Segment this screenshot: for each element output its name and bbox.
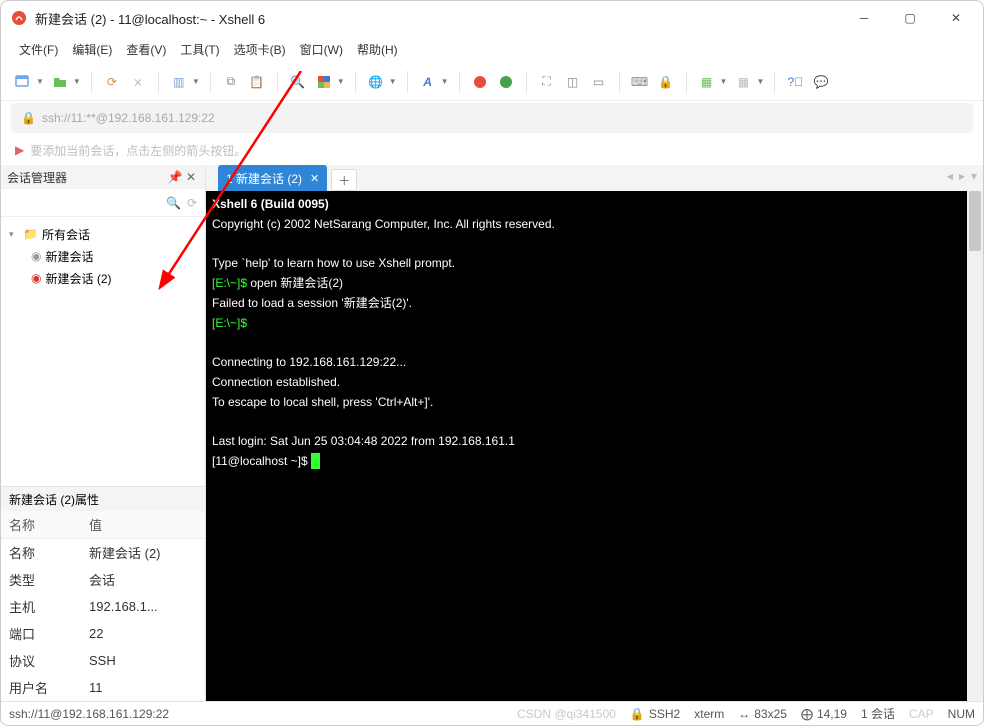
status-pos: 14,19	[817, 707, 847, 721]
tab-close-icon[interactable]: ✕	[310, 172, 319, 185]
tab-active[interactable]: 1 新建会话 (2) ✕	[218, 165, 327, 191]
address-bar[interactable]: 🔒 ssh://11:**@192.168.161.129:22	[11, 103, 973, 133]
ontop-icon[interactable]: ▭	[589, 72, 609, 92]
prop-row: 用户名11	[1, 674, 205, 701]
flag-icon: ▶	[15, 143, 24, 157]
close-button[interactable]: ✕	[933, 3, 979, 33]
xftp-icon[interactable]	[496, 72, 516, 92]
session-manager-title: 会话管理器	[7, 169, 67, 186]
tab-menu-icon[interactable]: ▾	[971, 169, 977, 183]
refresh-icon[interactable]: ⟳	[187, 196, 197, 210]
prop-row: 名称新建会话 (2)	[1, 539, 205, 567]
minimize-button[interactable]: ─	[841, 3, 887, 33]
status-num: NUM	[948, 707, 975, 721]
watermark: CSDN @qi341500	[517, 707, 616, 721]
prop-row: 端口22	[1, 620, 205, 647]
status-size-icon: ↔	[738, 707, 750, 721]
font-icon[interactable]: A	[418, 72, 438, 92]
properties-table: 名称值 名称新建会话 (2) 类型会话 主机192.168.1... 端口22 …	[1, 511, 205, 701]
status-lock-icon: 🔒	[630, 707, 645, 721]
collapse-icon[interactable]: ▾	[9, 229, 19, 240]
tab-bar: 1 新建会话 (2) ✕ ＋ ◂ ▸ ▾	[206, 165, 983, 191]
menu-tools[interactable]: 工具(T)	[180, 41, 219, 58]
properties-icon[interactable]: ▥	[169, 72, 189, 92]
status-sessions: 1 会话	[861, 705, 895, 722]
status-caps: CAP	[909, 707, 934, 721]
cursor	[311, 453, 320, 469]
sidebar: 会话管理器 📌 ✕ 🔍 ⟳ ▾ 📁 所有会话 ◉ 新建会话 ◉ 新建会话 (2)	[1, 165, 206, 701]
session-icon: ◉	[31, 271, 41, 285]
status-bar: ssh://11@192.168.161.129:22 CSDN @qi3415…	[1, 701, 983, 725]
status-size: 83x25	[754, 707, 787, 721]
add-app-icon[interactable]: ▦	[697, 72, 717, 92]
status-proto: SSH2	[649, 707, 680, 721]
status-connection: ssh://11@192.168.161.129:22	[9, 707, 169, 721]
tab-next-icon[interactable]: ▸	[959, 169, 965, 183]
status-term: xterm	[694, 707, 724, 721]
titlebar: 新建会话 (2) - 11@localhost:~ - Xshell 6 ─ ▢…	[1, 1, 983, 35]
chat-icon[interactable]: 💬	[811, 72, 831, 92]
terminal[interactable]: Xshell 6 (Build 0095) Copyright (c) 2002…	[206, 191, 983, 701]
col-name: 名称	[1, 511, 81, 539]
session-icon: ◉	[31, 249, 41, 263]
paste-icon[interactable]: 📋	[247, 72, 267, 92]
app-logo-icon	[11, 10, 27, 26]
tab-label: 1 新建会话 (2)	[226, 170, 302, 187]
session-tree: ▾ 📁 所有会话 ◉ 新建会话 ◉ 新建会话 (2)	[1, 217, 205, 486]
fullscreen-icon[interactable]: ⛶	[537, 72, 557, 92]
transparent-icon[interactable]: ◫	[563, 72, 583, 92]
lock-icon[interactable]: 🔒	[656, 72, 676, 92]
open-icon[interactable]	[50, 72, 70, 92]
panel-close-icon[interactable]: ✕	[183, 170, 199, 184]
address-text: ssh://11:**@192.168.161.129:22	[42, 111, 215, 125]
window-title: 新建会话 (2) - 11@localhost:~ - Xshell 6	[35, 9, 841, 28]
tile-icon[interactable]: ▦	[733, 72, 753, 92]
menu-window[interactable]: 窗口(W)	[300, 41, 343, 58]
copy-icon[interactable]: ⧉	[221, 72, 241, 92]
menu-edit[interactable]: 编辑(E)	[72, 41, 112, 58]
menu-file[interactable]: 文件(F)	[19, 41, 58, 58]
folder-icon: 📁	[23, 227, 38, 241]
toolbar: ▼ ▼ ⟳ ⨯ ▥▼ ⧉ 📋 🔍 ▼ 🌐▼ A▼ ⛶ ◫ ▭ ⌨ 🔒 ▦▼ ▦▼…	[1, 63, 983, 101]
pin-icon[interactable]: 📌	[167, 170, 183, 184]
tree-root-label: 所有会话	[42, 226, 90, 243]
session-search[interactable]: 🔍 ⟳	[1, 189, 205, 217]
disconnect-icon[interactable]: ⨯	[128, 72, 148, 92]
new-session-icon[interactable]	[13, 72, 33, 92]
new-tab-button[interactable]: ＋	[331, 169, 357, 191]
maximize-button[interactable]: ▢	[887, 3, 933, 33]
find-icon[interactable]: 🔍	[288, 72, 308, 92]
reconnect-icon[interactable]: ⟳	[102, 72, 122, 92]
help-icon[interactable]: ?⃝	[785, 72, 805, 92]
keymap-icon[interactable]: ⌨	[630, 72, 650, 92]
prop-row: 协议SSH	[1, 647, 205, 674]
properties-title: 新建会话 (2)属性	[9, 491, 99, 508]
tree-root[interactable]: ▾ 📁 所有会话	[5, 223, 201, 245]
globe-icon[interactable]: 🌐	[366, 72, 386, 92]
menu-help[interactable]: 帮助(H)	[357, 41, 398, 58]
tree-item-0[interactable]: ◉ 新建会话	[5, 245, 201, 267]
menu-tabs[interactable]: 选项卡(B)	[234, 41, 286, 58]
prop-row: 类型会话	[1, 566, 205, 593]
menu-view[interactable]: 查看(V)	[126, 41, 166, 58]
menubar: 文件(F) 编辑(E) 查看(V) 工具(T) 选项卡(B) 窗口(W) 帮助(…	[1, 35, 983, 63]
tree-item-0-label: 新建会话	[45, 248, 93, 265]
properties-panel: 新建会话 (2)属性 名称值 名称新建会话 (2) 类型会话 主机192.168…	[1, 486, 205, 701]
status-pos-icon: ⨁	[801, 707, 813, 721]
tree-item-1-label: 新建会话 (2)	[45, 270, 111, 287]
lock-small-icon: 🔒	[21, 111, 36, 125]
search-icon: 🔍	[166, 196, 181, 210]
tab-prev-icon[interactable]: ◂	[947, 169, 953, 183]
prop-row: 主机192.168.1...	[1, 593, 205, 620]
hint-text: 要添加当前会话，点击左侧的箭头按钮。	[30, 142, 246, 159]
session-manager-header: 会话管理器 📌 ✕	[1, 165, 205, 189]
tree-item-1[interactable]: ◉ 新建会话 (2)	[5, 267, 201, 289]
hint-bar: ▶ 要添加当前会话，点击左侧的箭头按钮。	[1, 135, 983, 165]
highlight-icon[interactable]	[314, 72, 334, 92]
terminal-scrollbar[interactable]	[967, 191, 983, 701]
xshell-icon[interactable]	[470, 72, 490, 92]
col-value: 值	[81, 511, 205, 539]
